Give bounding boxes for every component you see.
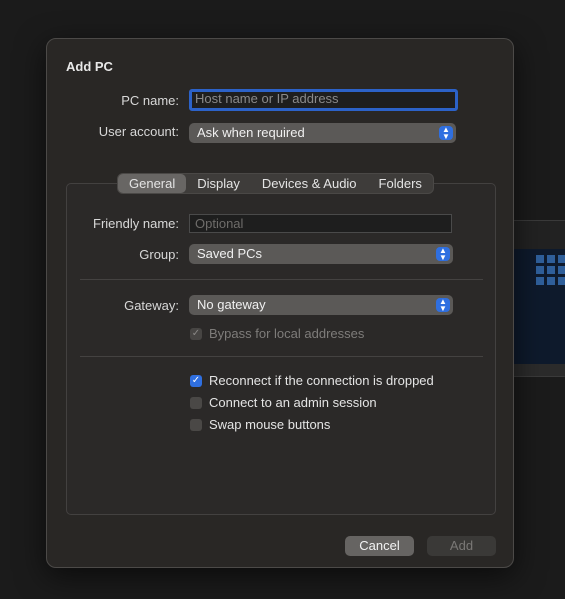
up-down-chevron-icon: ▲ ▼: [436, 298, 450, 313]
add-pc-dialog: Add PC PC name: Host name or IP address …: [46, 38, 514, 568]
pc-name-placeholder: Host name or IP address: [195, 91, 339, 106]
bypass-checkbox: ✓ Bypass for local addresses: [190, 326, 364, 341]
tab-folders[interactable]: Folders: [368, 174, 433, 193]
section-divider: [80, 356, 483, 357]
tab-display[interactable]: Display: [186, 174, 251, 193]
group-label: Group:: [139, 247, 179, 262]
reconnect-checkbox[interactable]: ✓ Reconnect if the connection is dropped: [190, 373, 434, 388]
tab-general[interactable]: General: [118, 174, 187, 193]
empty-checkbox-icon: [190, 396, 202, 409]
cancel-button[interactable]: Cancel: [345, 536, 414, 556]
section-divider: [80, 279, 483, 280]
friendly-name-label: Friendly name:: [93, 216, 179, 231]
gateway-label: Gateway:: [124, 298, 179, 313]
reconnect-label: Reconnect if the connection is dropped: [209, 373, 434, 388]
friendly-name-input[interactable]: Optional: [189, 214, 452, 233]
dialog-title: Add PC: [66, 59, 113, 74]
background-window-thumbnail: [505, 220, 565, 377]
add-button[interactable]: Add: [427, 536, 496, 556]
pc-name-label: PC name:: [121, 93, 179, 108]
tab-bar: General Display Devices & Audio Folders: [117, 173, 434, 194]
user-account-popup[interactable]: Ask when required ▲ ▼: [189, 123, 456, 143]
user-account-value: Ask when required: [197, 125, 305, 140]
checkmark-icon: ✓: [190, 374, 202, 387]
group-popup[interactable]: Saved PCs ▲ ▼: [189, 244, 453, 264]
group-value: Saved PCs: [197, 246, 263, 261]
tab-devices-audio[interactable]: Devices & Audio: [251, 174, 368, 193]
admin-session-checkbox[interactable]: Connect to an admin session: [190, 395, 377, 410]
admin-session-label: Connect to an admin session: [209, 395, 377, 410]
swap-mouse-checkbox[interactable]: Swap mouse buttons: [190, 417, 330, 432]
up-down-chevron-icon: ▲ ▼: [436, 247, 450, 262]
checkmark-icon: ✓: [190, 327, 202, 340]
user-account-label: User account:: [98, 124, 179, 139]
up-down-chevron-icon: ▲ ▼: [439, 126, 453, 141]
gateway-value: No gateway: [197, 297, 266, 312]
bypass-label: Bypass for local addresses: [209, 326, 365, 341]
friendly-name-placeholder: Optional: [195, 216, 244, 231]
gateway-popup[interactable]: No gateway ▲ ▼: [189, 295, 453, 315]
swap-mouse-label: Swap mouse buttons: [209, 417, 331, 432]
empty-checkbox-icon: [190, 418, 202, 431]
pc-name-input[interactable]: Host name or IP address: [189, 89, 458, 111]
